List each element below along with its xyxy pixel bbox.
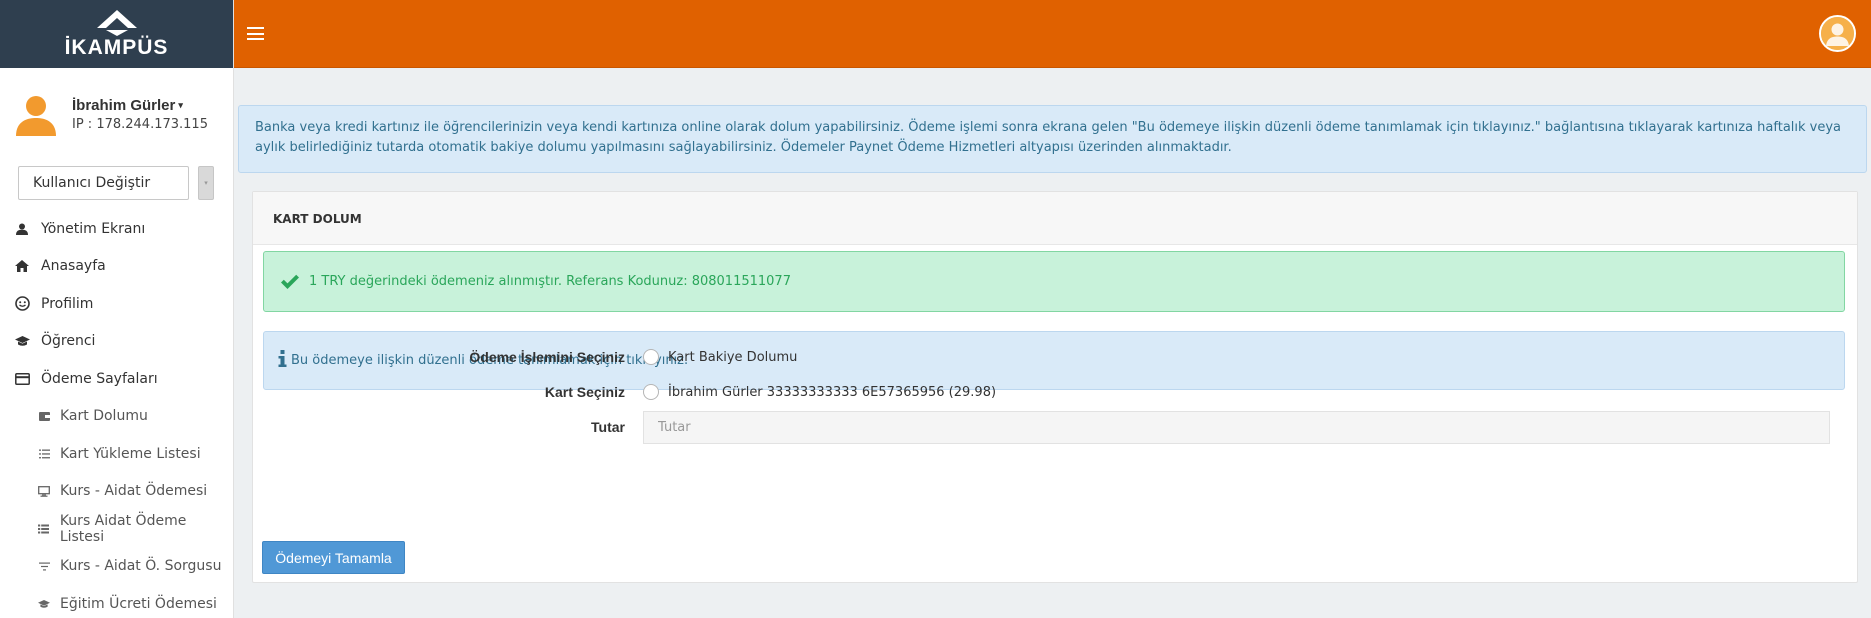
hamburger-icon[interactable]: [247, 27, 264, 40]
sidebar: İKAMPÜS İbrahim Gürler ▾ IP : 178.244.173…: [0, 0, 234, 618]
sidebar-item-yonetim-ekrani[interactable]: Yönetim Ekranı: [0, 210, 233, 248]
amount-label: Tutar: [591, 419, 625, 435]
sidebar-item-label: Kurs - Aidat Ö. Sorgusu: [60, 558, 222, 575]
sidebar-item-anasayfa[interactable]: Anasayfa: [0, 248, 233, 286]
user-avatar-icon: [16, 96, 56, 136]
sidebar-item-label: Ödeme Sayfaları: [41, 370, 158, 387]
bullet-list-icon: [37, 521, 51, 537]
user-name-text: İbrahim Gürler: [72, 96, 176, 114]
brand-logo[interactable]: İKAMPÜS: [0, 0, 233, 68]
amount-row: Tutar: [253, 410, 1859, 444]
sidebar-item-label: Yönetim Ekranı: [41, 220, 146, 237]
mountain-logo-icon: [96, 10, 137, 36]
monitor-icon: [37, 483, 51, 499]
home-icon: [14, 258, 30, 274]
success-alert: 1 TRY değerindeki ödemeniz alınmıştır. R…: [263, 251, 1845, 312]
sidebar-item-kart-yukleme-listesi[interactable]: Kart Yükleme Listesi: [0, 435, 233, 473]
operation-option-label[interactable]: Kart Bakiye Dolumu: [668, 350, 797, 365]
amount-input[interactable]: [643, 410, 1830, 444]
sidebar-item-label: Profilim: [41, 295, 94, 312]
operation-radio[interactable]: [643, 349, 659, 365]
sidebar-item-profilim[interactable]: Profilim: [0, 285, 233, 323]
filter-icon: [37, 558, 51, 574]
card-option-label[interactable]: İbrahim Gürler 33333333333 6E57365956 (2…: [668, 385, 996, 400]
sidebar-item-kurs-aidat-sorgusu[interactable]: Kurs - Aidat Ö. Sorgusu: [0, 548, 233, 586]
sidebar-item-label: Eğitim Ücreti Ödemesi: [60, 595, 217, 612]
sidebar-item-odeme-sayfalari[interactable]: Ödeme Sayfaları: [0, 360, 233, 398]
sidebar-item-kurs-aidat-odemesi[interactable]: Kurs - Aidat Ödemesi: [0, 473, 233, 511]
panel-title: KART DOLUM: [253, 192, 1857, 245]
wallet-icon: [37, 408, 51, 424]
user-switch-select[interactable]: Kullanıcı Değiştir: [18, 166, 189, 200]
graduation-cap-icon: [37, 596, 51, 612]
chevron-down-icon[interactable]: ▾: [198, 166, 214, 200]
user-switch: Kullanıcı Değiştir ▾: [0, 146, 233, 208]
user-avatar-icon[interactable]: [1819, 15, 1856, 52]
operation-label: Ödeme İşlemini Seçiniz: [469, 349, 625, 365]
sidebar-item-label: Kart Dolumu: [60, 408, 148, 425]
card-row: Kart Seçiniz İbrahim Gürler 33333333333 …: [253, 375, 1859, 409]
caret-down-icon: ▾: [178, 100, 183, 111]
sidebar-item-ogrenci[interactable]: Öğrenci: [0, 323, 233, 361]
operation-row: Ödeme İşlemini Seçiniz Kart Bakiye Dolum…: [253, 340, 1859, 374]
graduation-cap-icon: [14, 333, 30, 349]
smile-icon: [14, 296, 30, 312]
kart-dolum-panel: KART DOLUM 1 TRY değerindeki ödemeniz al…: [252, 191, 1858, 583]
user-name[interactable]: İbrahim Gürler ▾: [72, 97, 208, 114]
list-icon: [37, 446, 51, 462]
sidebar-item-egitim-ucreti-odemesi[interactable]: Eğitim Ücreti Ödemesi: [0, 585, 233, 618]
user-ip: IP : 178.244.173.115: [72, 116, 208, 132]
card-label: Kart Seçiniz: [544, 384, 625, 400]
user-info: İbrahim Gürler ▾ IP : 178.244.173.115: [0, 68, 233, 146]
sidebar-menu: Yönetim Ekranı Anasayfa Profilim Öğrenci…: [0, 208, 233, 618]
checkmark-icon: [281, 274, 299, 289]
sidebar-item-kurs-aidat-odeme-listesi[interactable]: Kurs Aidat Ödeme Listesi: [0, 510, 233, 548]
sidebar-item-kart-dolumu[interactable]: Kart Dolumu: [0, 398, 233, 436]
credit-card-icon: [14, 371, 30, 387]
sidebar-item-label: Kurs - Aidat Ödemesi: [60, 483, 208, 500]
success-message: 1 TRY değerindeki ödemeniz alınmıştır. R…: [309, 274, 791, 289]
top-bar: [234, 0, 1871, 68]
person-icon: [14, 221, 30, 237]
sidebar-item-label: Kart Yükleme Listesi: [60, 445, 201, 462]
brand-name: İKAMPÜS: [64, 36, 169, 59]
sidebar-item-label: Öğrenci: [41, 333, 96, 350]
info-banner: Banka veya kredi kartınız ile öğrenciler…: [238, 105, 1867, 173]
card-radio[interactable]: [643, 384, 659, 400]
sidebar-item-label: Anasayfa: [41, 258, 106, 275]
complete-payment-button[interactable]: Ödemeyi Tamamla: [262, 541, 405, 574]
sidebar-item-label: Kurs Aidat Ödeme Listesi: [59, 512, 187, 545]
